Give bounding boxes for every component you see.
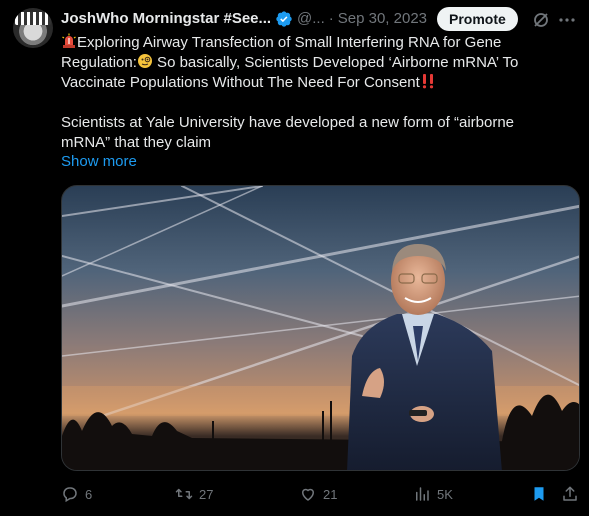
verified-badge-icon[interactable] <box>275 10 293 28</box>
action-bar: 6 27 21 5K <box>61 484 581 504</box>
double-exclamation-icon <box>420 73 436 89</box>
tweet-paragraph-2: Scientists at Yale University have devel… <box>61 114 515 151</box>
views-count: 5K <box>437 486 453 502</box>
tweet-line-2b: So basically, Scientists Developed ‘Airb… <box>152 54 519 71</box>
siren-icon <box>61 33 77 49</box>
tweet-header: JoshWho Morningstar #See... @... · Sep 3… <box>61 6 581 31</box>
retweet-count: 27 <box>199 486 214 502</box>
separator-dot: · <box>328 10 334 27</box>
reply-button[interactable]: 6 <box>61 484 92 504</box>
more-icon[interactable] <box>557 10 577 30</box>
tweet-image[interactable] <box>61 185 580 471</box>
promote-button[interactable]: Promote <box>437 6 518 31</box>
reply-count: 6 <box>85 486 93 502</box>
author-name[interactable]: JoshWho Morningstar #See... <box>61 10 271 27</box>
bookmark-icon <box>534 487 544 501</box>
avatar-hat <box>15 12 51 25</box>
views-button[interactable]: 5K <box>413 484 453 504</box>
tweet-line-2a: Regulation: <box>61 54 137 71</box>
avatar[interactable] <box>13 8 53 48</box>
retweet-icon <box>175 488 193 500</box>
grok-icon[interactable] <box>531 10 551 30</box>
face-monocle-icon <box>137 53 153 69</box>
views-icon <box>416 487 429 501</box>
retweet-button[interactable]: 27 <box>175 484 213 504</box>
like-count: 21 <box>323 486 338 502</box>
photo-illustration <box>62 186 579 470</box>
heart-icon <box>302 488 314 501</box>
share-icon <box>563 486 577 501</box>
tweet-date[interactable]: Sep 30, 2023 <box>338 10 427 27</box>
tweet-line-3: Vaccinate Populations Without The Need F… <box>61 74 420 91</box>
bookmark-button[interactable] <box>530 484 554 504</box>
tweet-text: Exploring Airway Transfection of Small I… <box>61 33 581 153</box>
like-button[interactable]: 21 <box>299 484 337 504</box>
author-handle[interactable]: @... <box>297 10 325 27</box>
show-more-link[interactable]: Show more <box>61 153 137 170</box>
tweet-line-1: Exploring Airway Transfection of Small I… <box>77 34 502 51</box>
share-button[interactable] <box>561 484 585 504</box>
reply-icon <box>63 487 77 503</box>
